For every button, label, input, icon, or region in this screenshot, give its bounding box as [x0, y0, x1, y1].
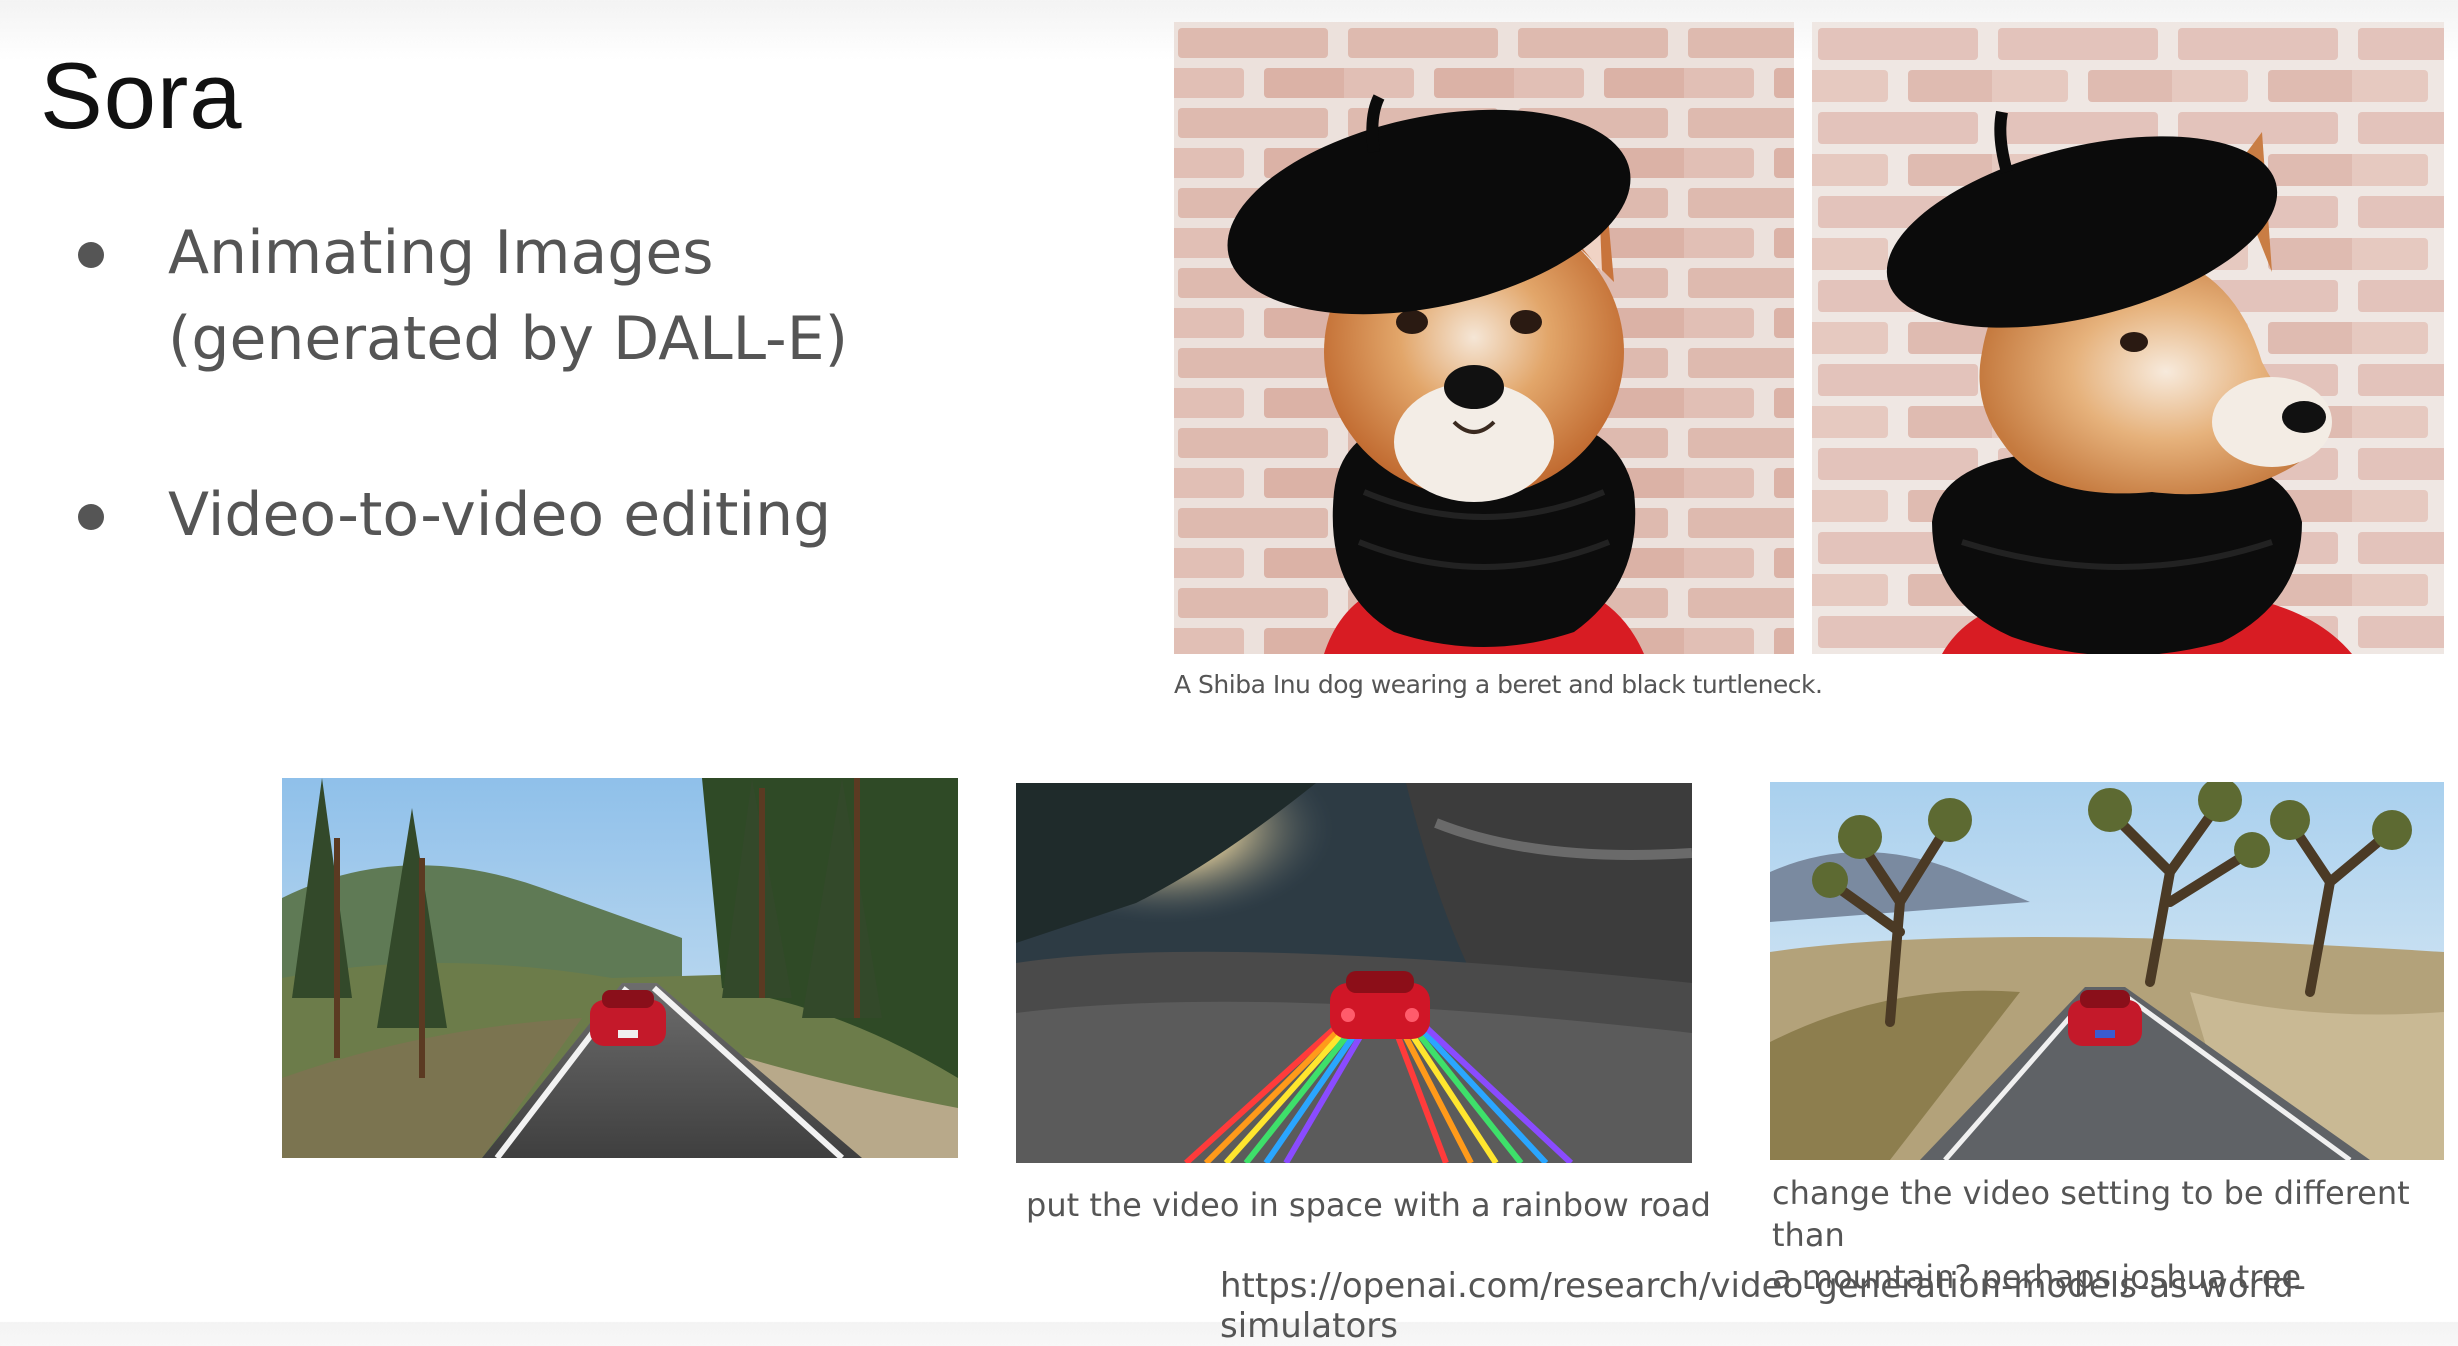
- car-rainbow-road-image: [1016, 783, 1692, 1163]
- shiba-dog-side-image: [1812, 22, 2444, 654]
- bullet-text: Animating Images (generated by DALL-E): [168, 218, 849, 374]
- car-mountain-road-image: [282, 778, 958, 1158]
- bullet-dot-icon: [78, 504, 104, 530]
- source-url-link[interactable]: https://openai.com/research/video-genera…: [1220, 1266, 2458, 1346]
- dog-image-caption: A Shiba Inu dog wearing a beret and blac…: [1174, 670, 1823, 699]
- car-joshua-tree-image: [1770, 782, 2444, 1160]
- bullet-text: Video-to-video editing: [168, 480, 832, 550]
- shiba-dog-front-image: [1174, 22, 1794, 654]
- rainbow-road-caption: put the video in space with a rainbow ro…: [1026, 1186, 1711, 1224]
- bullet-dot-icon: [78, 242, 104, 268]
- slide-title: Sora: [40, 43, 243, 148]
